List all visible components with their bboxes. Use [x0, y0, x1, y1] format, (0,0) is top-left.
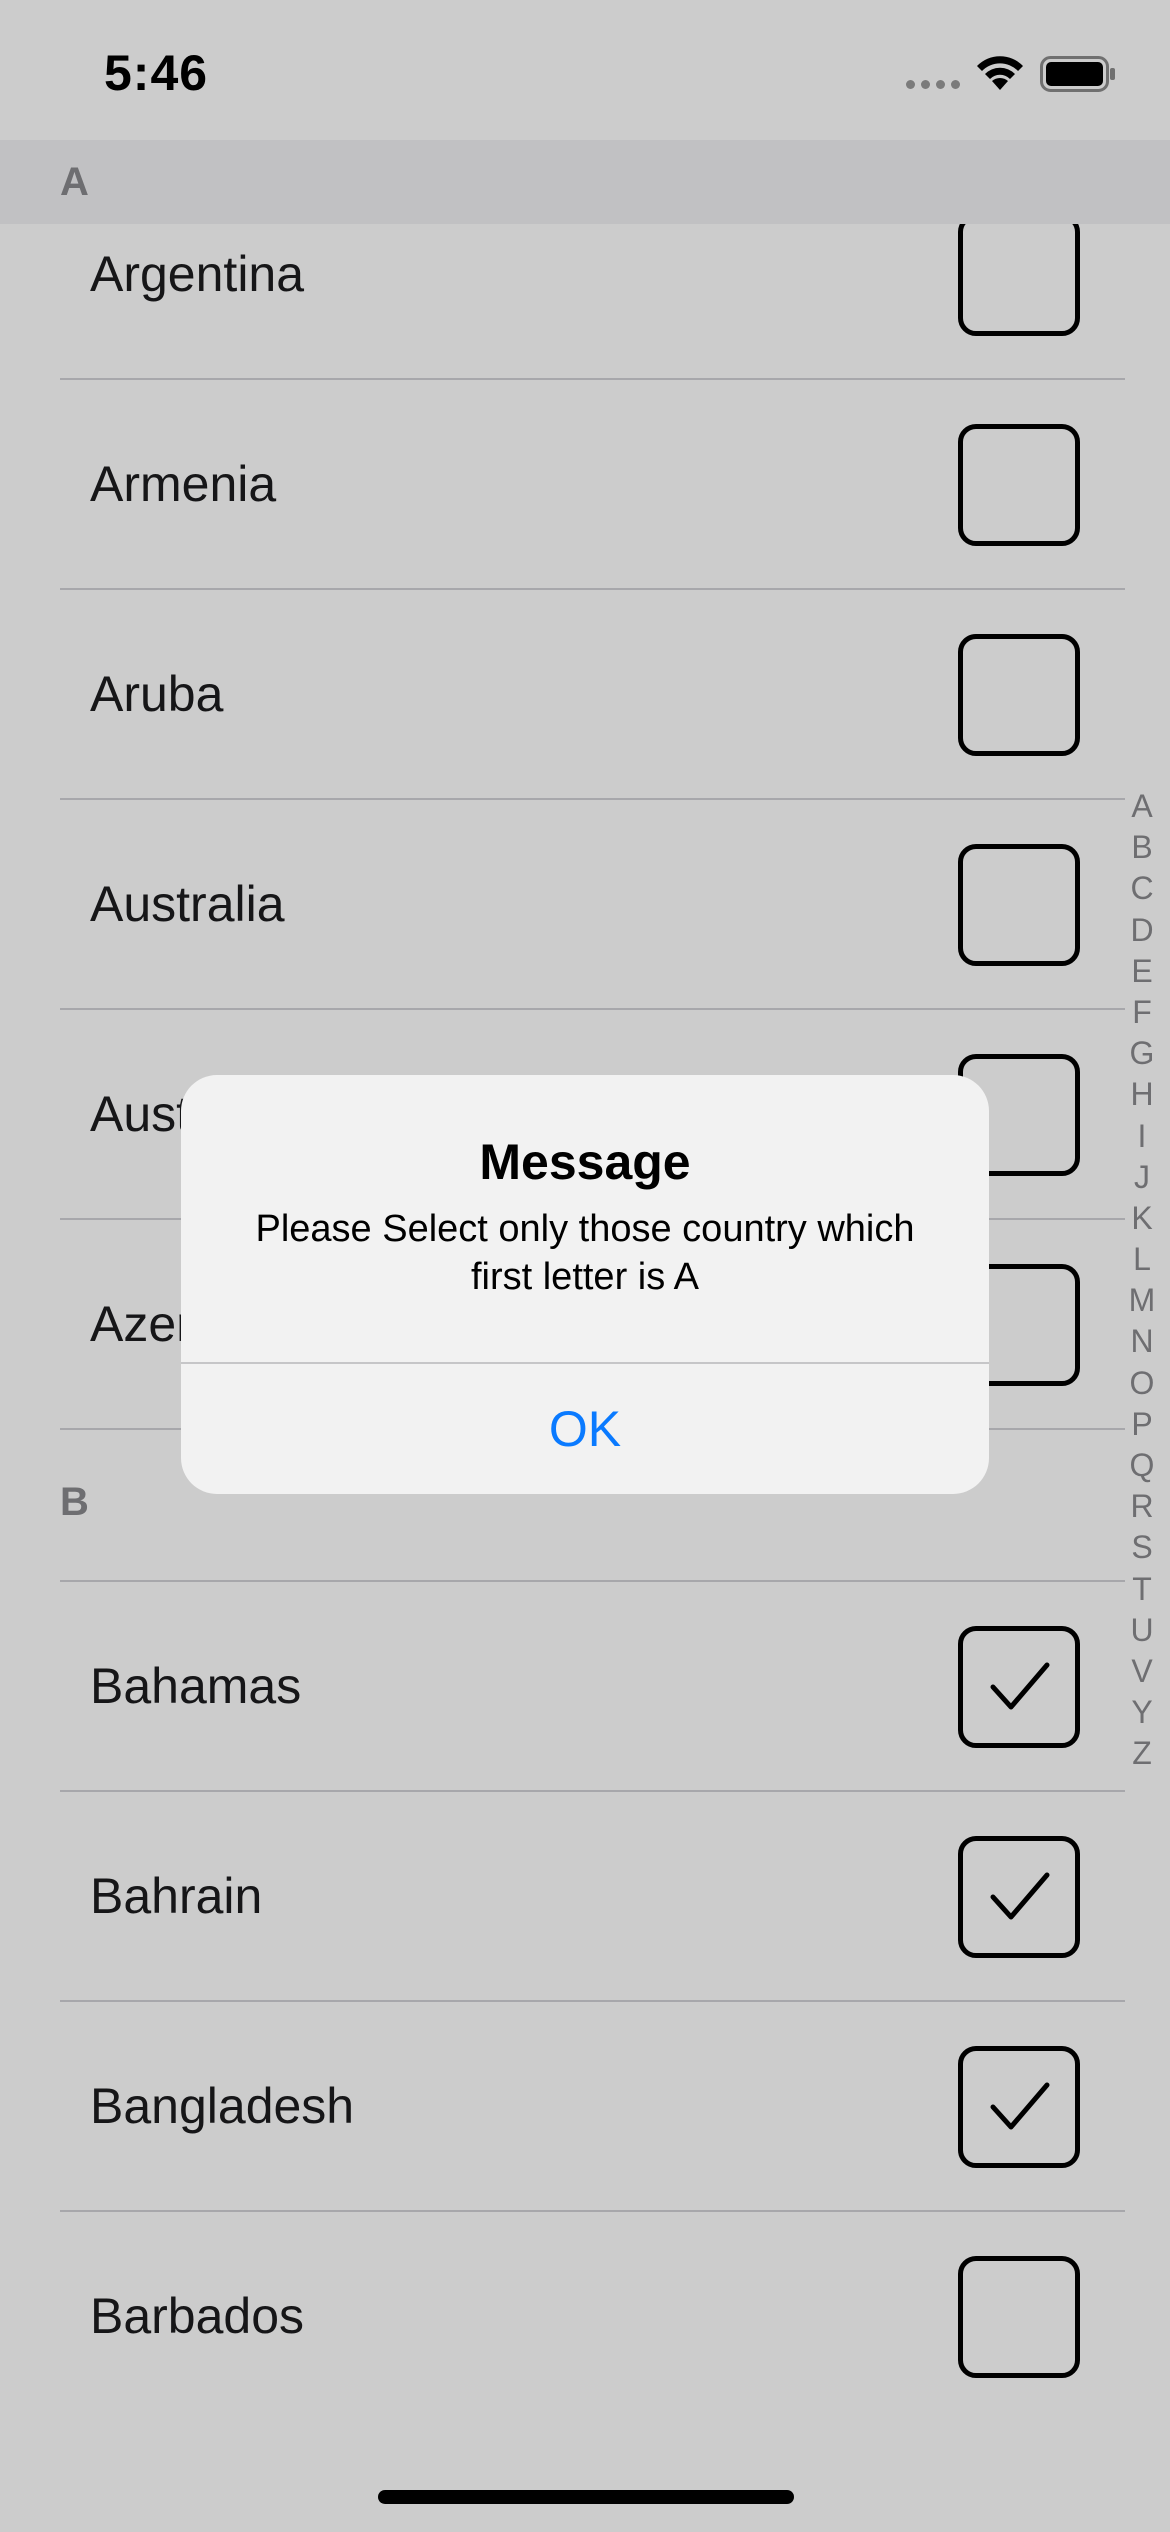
home-indicator[interactable]	[378, 2490, 794, 2504]
alert-message: Please Select only those country which f…	[255, 1208, 915, 1298]
alert-dialog: Message Please Select only those country…	[181, 1075, 989, 1494]
alert-title: Message	[479, 1134, 691, 1190]
screen: 5:46 A Argentina Armenia Aruba Australia Aust…	[0, 0, 1170, 2532]
ok-button[interactable]: OK	[181, 1364, 989, 1494]
